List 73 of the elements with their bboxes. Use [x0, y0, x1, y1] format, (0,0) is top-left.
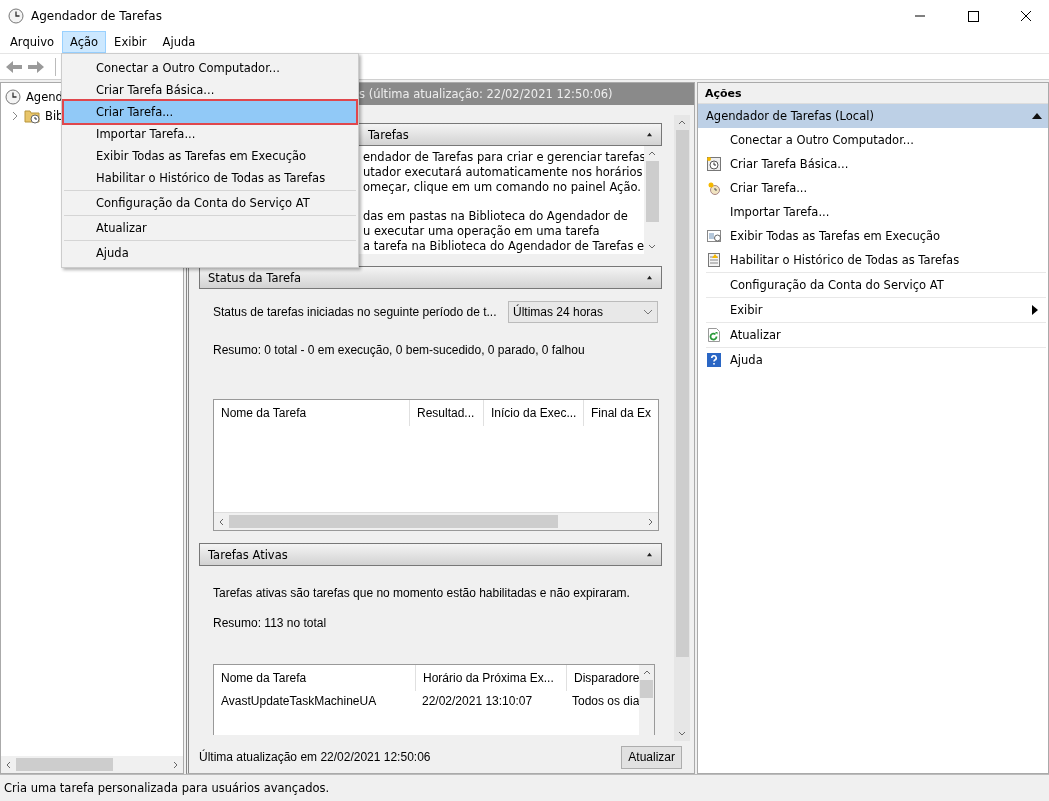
actions-header: Ações: [698, 83, 1048, 104]
folder-clock-icon: [24, 107, 40, 124]
summary-text: Resumo: 113 no total: [213, 616, 328, 630]
table-cell-text: AvastUpdateTaskMachineUA: [220, 694, 378, 708]
task-list-icon: [706, 228, 722, 244]
menu-option[interactable]: Atualizar: [64, 217, 356, 239]
menu-item[interactable]: Ajuda: [154, 31, 204, 53]
help-icon: [706, 352, 722, 368]
column-header[interactable]: Final da Ex: [584, 400, 658, 426]
description-text: omeçar, clique em um comando no painel Ação.: [363, 180, 641, 194]
collapse-arrow-icon[interactable]: [1032, 113, 1042, 119]
scrollbar-thumb[interactable]: [16, 758, 113, 771]
description-text: a tarefa na Biblioteca do Agendador de Tarefas e: [363, 239, 644, 253]
menu-option[interactable]: Habilitar o Histórico de Todas as Tarefas: [64, 167, 356, 189]
column-header[interactable]: Horário da Próxima Ex...: [416, 665, 567, 691]
scrollbar-thumb[interactable]: [229, 515, 558, 528]
scrollbar-thumb[interactable]: [675, 130, 689, 657]
menu-option[interactable]: Exibir Todas as Tarefas em Execução: [64, 145, 356, 167]
description-text: endador de Tarefas para criar e gerenciar tarefas: [363, 150, 644, 164]
column-header[interactable]: Resultad...: [410, 400, 484, 426]
action-item[interactable]: Criar Tarefa...: [730, 181, 1046, 195]
menu-item[interactable]: Exibir: [106, 31, 155, 53]
submenu-arrow-icon: [1032, 305, 1038, 315]
log-icon: [706, 252, 722, 268]
description-text: utador executará automaticamente nos horários: [363, 165, 643, 179]
action-item[interactable]: Exibir Todas as Tarefas em Execução: [730, 229, 1046, 243]
back-icon[interactable]: [5, 58, 23, 75]
collapse-arrow-icon[interactable]: [646, 132, 653, 137]
action-item[interactable]: Ajuda: [730, 353, 1046, 367]
window-title: Agendador de Tarefas: [31, 8, 162, 23]
menu-option[interactable]: Ajuda: [64, 242, 356, 264]
menu-option[interactable]: Criar Tarefa...: [64, 101, 356, 123]
summary-text: Resumo: 0 total - 0 em execução, 0 bem-sucedido, 0 parado, 0 falhou: [213, 343, 586, 357]
calendar-clock-icon: [706, 156, 722, 172]
menu-option[interactable]: Criar Tarefa Básica...: [64, 79, 356, 101]
menu-item[interactable]: Ação: [62, 31, 107, 53]
period-label: Status de tarefas iniciadas no seguinte período de t...: [213, 305, 497, 319]
column-header[interactable]: Disparadore: [567, 665, 640, 691]
refresh-icon: [706, 327, 722, 343]
period-dropdown[interactable]: Últimas 24 horas: [508, 301, 658, 323]
clock-icon: [5, 88, 21, 105]
clock-icon: [8, 7, 24, 24]
forward-icon[interactable]: [27, 58, 45, 75]
column-header[interactable]: Nome da Tarefa: [214, 400, 410, 426]
action-item[interactable]: Conectar a Outro Computador...: [730, 133, 1046, 147]
description-text: Tarefas ativas são tarefas que no momento estão habilitadas e não expiraram.: [213, 586, 631, 600]
action-item[interactable]: Habilitar o Histórico de Todas as Tarefas: [730, 253, 1046, 267]
table-cell-text: Todos os dia: [571, 694, 640, 708]
column-header[interactable]: Início da Exec...: [484, 400, 584, 426]
scrollbar-thumb[interactable]: [640, 680, 654, 698]
chevron-down-icon: [643, 309, 653, 315]
action-item[interactable]: Importar Tarefa...: [730, 205, 1046, 219]
clock-star-icon: [706, 180, 722, 196]
table-cell-text: 22/02/2021 13:10:07: [421, 694, 534, 708]
scrollbar-thumb[interactable]: [645, 161, 659, 223]
collapse-arrow-icon[interactable]: [646, 552, 653, 557]
status-text: Cria uma tarefa personalizada para usuários avançados.: [4, 781, 330, 795]
menu-option[interactable]: Configuração da Conta do Serviço AT: [64, 192, 356, 214]
last-update-text: Última atualização em 22/02/2021 12:50:06: [199, 750, 431, 764]
section-header[interactable]: Status da Tarefa: [199, 266, 662, 289]
action-group-header[interactable]: Agendador de Tarefas (Local): [698, 104, 1048, 128]
action-item[interactable]: Exibir: [730, 303, 1032, 317]
action-item[interactable]: Criar Tarefa Básica...: [730, 157, 1046, 171]
section-header[interactable]: Tarefas Ativas: [199, 543, 662, 566]
menu-option[interactable]: Conectar a Outro Computador...: [64, 57, 356, 79]
action-item[interactable]: Atualizar: [730, 328, 1046, 342]
description-text: das em pastas na Biblioteca do Agendador de: [363, 209, 628, 223]
refresh-button[interactable]: Atualizar: [621, 745, 682, 769]
action-item[interactable]: Configuração da Conta do Serviço AT: [730, 278, 1046, 292]
menu-item[interactable]: Arquivo: [2, 31, 63, 53]
column-header[interactable]: Nome da Tarefa: [214, 665, 416, 691]
description-text: u executar uma operação em uma tarefa: [363, 224, 600, 238]
collapse-arrow-icon[interactable]: [646, 275, 653, 280]
